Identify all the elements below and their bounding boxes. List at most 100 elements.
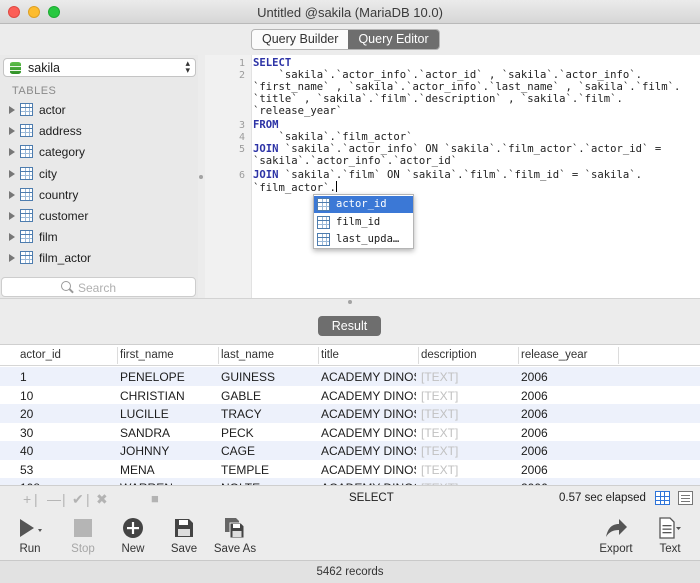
text-label: Text <box>659 543 681 555</box>
table-row[interactable]: 108WARRENNOLTEACADEMY DINOS[TEXT]2006 <box>0 478 700 485</box>
discard-changes-icon[interactable]: ✖ <box>96 491 108 508</box>
table-row[interactable]: 20 LUCILLE TRACY ACADEMY DINOS [TEXT] 2006 <box>0 404 700 423</box>
table-cell[interactable]: PECK <box>221 426 317 440</box>
table-cell[interactable]: 2006 <box>521 370 617 384</box>
column-divider[interactable] <box>618 347 619 364</box>
table-cell[interactable]: ACADEMY DINOS <box>321 389 416 403</box>
sql-editor[interactable]: 12 345 6 SELECT `sakila`.`actor_info`.`act… <box>205 55 700 298</box>
table-cell[interactable]: 1 <box>20 370 116 384</box>
table-cell[interactable]: JOHNNY <box>120 444 216 458</box>
sidebar-item-film[interactable]: film <box>0 227 199 248</box>
column-header-title[interactable]: title <box>321 349 339 361</box>
database-select[interactable]: sakila ▴ ▾ <box>3 58 196 77</box>
autocomplete-item[interactable]: film_id <box>314 214 413 231</box>
sidebar-splitter[interactable] <box>198 55 205 298</box>
sidebar-item-customer[interactable]: customer <box>0 206 199 227</box>
table-cell[interactable]: ACADEMY DINOS <box>321 426 416 440</box>
table-cell[interactable]: TRACY <box>221 407 317 421</box>
bottom-toolbar: Run Stop New Save Save As Export Text <box>0 510 700 560</box>
table-cell[interactable]: [TEXT] <box>421 463 517 477</box>
sidebar-item-city[interactable]: city <box>0 164 199 185</box>
sidebar-item-country[interactable]: country <box>0 185 199 206</box>
table-cell[interactable]: 30 <box>20 426 116 440</box>
autocomplete-item[interactable]: actor_id <box>314 196 413 213</box>
table-cell[interactable]: ACADEMY DINOS <box>321 370 416 384</box>
table-row[interactable]: 1 PENELOPE GUINESS ACADEMY DINOS [TEXT] 2006 <box>0 367 700 386</box>
table-cell[interactable]: 2006 <box>521 463 617 477</box>
disclosure-triangle-icon[interactable] <box>9 190 15 199</box>
column-divider[interactable] <box>117 347 118 364</box>
save-as-button[interactable]: Save As <box>205 510 265 560</box>
table-cell[interactable]: 40 <box>20 444 116 458</box>
column-header-first-name[interactable]: first_name <box>120 349 174 361</box>
tab-query-editor[interactable]: Query Editor <box>348 30 439 49</box>
table-cell[interactable]: 2006 <box>521 389 617 403</box>
splitter-grip-icon[interactable] <box>348 300 352 304</box>
sidebar-item-address[interactable]: address <box>0 121 199 142</box>
table-row[interactable]: 40 JOHNNY CAGE ACADEMY DINOS [TEXT] 2006 <box>0 441 700 460</box>
disclosure-triangle-icon[interactable] <box>9 233 15 242</box>
table-cell[interactable]: [TEXT] <box>421 426 517 440</box>
column-header-description[interactable]: description <box>421 349 477 361</box>
table-cell[interactable]: PENELOPE <box>120 370 216 384</box>
table-icon <box>20 208 33 222</box>
autocomplete-item[interactable]: last_upda… <box>314 231 413 248</box>
table-search-input[interactable]: Search <box>1 277 196 297</box>
table-cell[interactable]: GABLE <box>221 389 317 403</box>
table-cell[interactable]: CHRISTIAN <box>120 389 216 403</box>
table-cell[interactable]: [TEXT] <box>421 444 517 458</box>
table-cell[interactable]: 2006 <box>521 407 617 421</box>
sidebar-item-actor[interactable]: actor <box>0 100 199 121</box>
table-row[interactable]: 53 MENA TEMPLE ACADEMY DINOS [TEXT] 2006 <box>0 460 700 479</box>
disclosure-triangle-icon[interactable] <box>9 106 15 114</box>
table-cell[interactable]: LUCILLE <box>120 407 216 421</box>
export-button[interactable]: Export <box>586 510 646 560</box>
table-cell[interactable]: ACADEMY DINOS <box>321 463 416 477</box>
column-divider[interactable] <box>318 347 319 364</box>
table-cell[interactable]: ACADEMY DINOS <box>321 444 416 458</box>
table-row[interactable]: 10 CHRISTIAN GABLE ACADEMY DINOS [TEXT] 2006 <box>0 386 700 405</box>
table-cell[interactable]: CAGE <box>221 444 317 458</box>
form-view-icon[interactable] <box>678 491 693 505</box>
sidebar-item-film-actor[interactable]: film_actor <box>0 248 199 269</box>
column-header-last-name[interactable]: last_name <box>221 349 274 361</box>
table-row[interactable]: 30 SANDRA PECK ACADEMY DINOS [TEXT] 2006 <box>0 423 700 442</box>
table-cell[interactable]: 53 <box>20 463 116 477</box>
delete-row-icon[interactable]: — <box>47 491 61 507</box>
disclosure-triangle-icon[interactable] <box>9 254 15 263</box>
autocomplete-label: actor_id <box>336 198 387 210</box>
disclosure-triangle-icon[interactable] <box>9 169 15 178</box>
table-cell[interactable]: 20 <box>20 407 116 421</box>
table-cell[interactable]: [TEXT] <box>421 407 517 421</box>
column-divider[interactable] <box>518 347 519 364</box>
table-cell[interactable]: TEMPLE <box>221 463 317 477</box>
table-cell[interactable]: MENA <box>120 463 216 477</box>
run-button[interactable]: Run <box>0 510 60 560</box>
table-cell[interactable]: GUINESS <box>221 370 317 384</box>
result-bar: Result <box>0 298 700 342</box>
table-cell[interactable]: 2006 <box>521 426 617 440</box>
result-button[interactable]: Result <box>318 316 381 336</box>
grid-view-icon[interactable] <box>655 491 670 505</box>
column-header-release-year[interactable]: release_year <box>521 349 587 361</box>
column-divider[interactable] <box>418 347 419 364</box>
table-cell[interactable]: SANDRA <box>120 426 216 440</box>
sidebar-item-category[interactable]: category <box>0 142 199 163</box>
apply-changes-icon[interactable]: ✔ <box>72 491 84 508</box>
table-cell[interactable]: [TEXT] <box>421 370 517 384</box>
column-divider[interactable] <box>218 347 219 364</box>
column-header-actor-id[interactable]: actor_id <box>20 349 61 361</box>
disclosure-triangle-icon[interactable] <box>9 148 15 157</box>
table-cell[interactable]: 10 <box>20 389 116 403</box>
tab-query-builder[interactable]: Query Builder <box>252 30 348 49</box>
disclosure-triangle-icon[interactable] <box>9 127 15 136</box>
disclosure-triangle-icon[interactable] <box>9 211 15 220</box>
record-count: 5462 records <box>316 566 384 578</box>
add-row-icon[interactable]: + <box>23 491 31 507</box>
table-cell[interactable]: [TEXT] <box>421 389 517 403</box>
stop-small-icon[interactable]: ■ <box>151 491 159 506</box>
table-cell[interactable]: ACADEMY DINOS <box>321 407 416 421</box>
table-cell[interactable]: 2006 <box>521 444 617 458</box>
code-text: `release_year` <box>253 105 343 117</box>
text-button[interactable]: Text <box>640 510 700 560</box>
